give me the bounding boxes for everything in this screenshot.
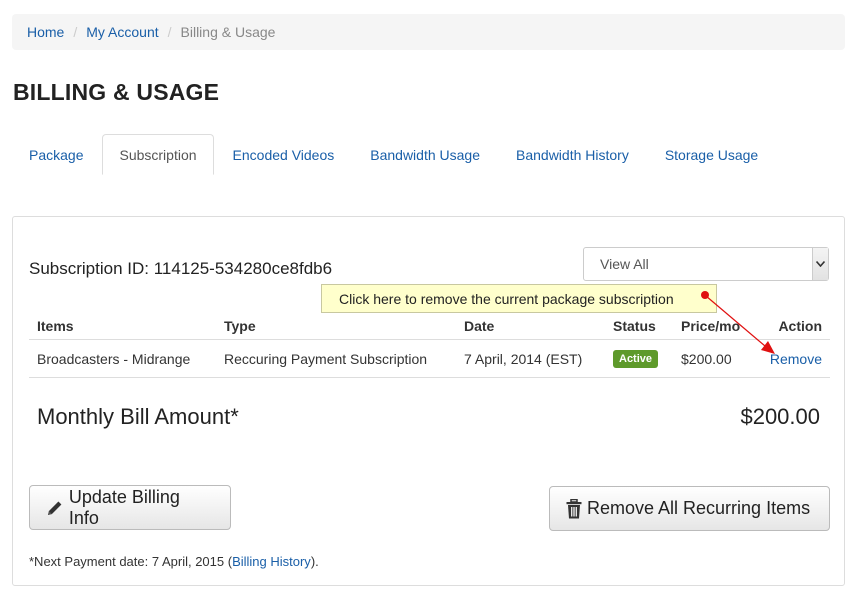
header-type: Type xyxy=(224,318,256,334)
chevron-down-icon xyxy=(812,248,828,280)
next-payment-suffix: ). xyxy=(310,554,319,569)
header-items: Items xyxy=(37,318,74,334)
table-row: Broadcasters - Midrange Reccuring Paymen… xyxy=(29,340,830,378)
billing-history-link[interactable]: Billing History xyxy=(232,554,311,569)
tooltip-text: Click here to remove the current package… xyxy=(339,290,674,307)
tab-package[interactable]: Package xyxy=(12,134,100,175)
remove-hint-tooltip: Click here to remove the current package… xyxy=(321,284,717,313)
subscription-table: Items Type Date Status Price/mo Action B… xyxy=(29,303,830,378)
header-action: Action xyxy=(778,318,822,334)
subscription-panel: Subscription ID: 114125-534280ce8fdb6 Vi… xyxy=(12,216,845,586)
tab-bandwidth-usage[interactable]: Bandwidth Usage xyxy=(353,134,497,175)
breadcrumb: Home / My Account / Billing & Usage xyxy=(12,14,845,50)
next-payment-note: *Next Payment date: 7 April, 2015 (Billi… xyxy=(29,554,319,569)
tab-storage-usage[interactable]: Storage Usage xyxy=(648,134,775,175)
tooltip-anchor-dot xyxy=(701,291,709,299)
breadcrumb-my-account-link[interactable]: My Account xyxy=(86,24,158,40)
monthly-bill-amount: $200.00 xyxy=(740,404,820,429)
tab-encoded-videos[interactable]: Encoded Videos xyxy=(216,134,352,175)
tab-bandwidth-history[interactable]: Bandwidth History xyxy=(499,134,646,175)
breadcrumb-separator: / xyxy=(73,24,78,40)
pencil-icon xyxy=(47,501,62,515)
next-payment-text: *Next Payment date: 7 April, 2015 ( xyxy=(29,554,233,569)
view-filter-value: View All xyxy=(600,256,649,272)
row-price: $200.00 xyxy=(681,350,732,367)
monthly-bill-label: Monthly Bill Amount* xyxy=(37,404,239,429)
page-title: BILLING & USAGE xyxy=(13,79,220,105)
row-type: Reccuring Payment Subscription xyxy=(224,350,428,367)
update-billing-info-button[interactable]: Update Billing Info xyxy=(29,485,231,530)
breadcrumb-separator: / xyxy=(167,24,172,40)
remove-all-recurring-label: Remove All Recurring Items xyxy=(587,498,811,518)
trash-icon xyxy=(566,498,582,518)
remove-all-recurring-button[interactable]: Remove All Recurring Items xyxy=(549,486,830,531)
row-status-cell: Active xyxy=(613,340,659,377)
row-date: 7 April, 2014 (EST) xyxy=(464,350,583,367)
view-filter-select[interactable]: View All xyxy=(583,247,829,281)
breadcrumb-home-link[interactable]: Home xyxy=(27,24,64,40)
status-badge: Active xyxy=(613,349,659,368)
update-billing-info-label: Update Billing Info xyxy=(68,486,180,528)
tab-subscription[interactable]: Subscription xyxy=(102,134,214,175)
tab-bar: Package Subscription Encoded Videos Band… xyxy=(12,134,777,176)
row-item: Broadcasters - Midrange xyxy=(37,350,191,367)
remove-link[interactable]: Remove xyxy=(770,340,822,377)
subscription-id: Subscription ID: 114125-534280ce8fdb6 xyxy=(29,259,333,278)
breadcrumb-current: Billing & Usage xyxy=(180,24,276,40)
